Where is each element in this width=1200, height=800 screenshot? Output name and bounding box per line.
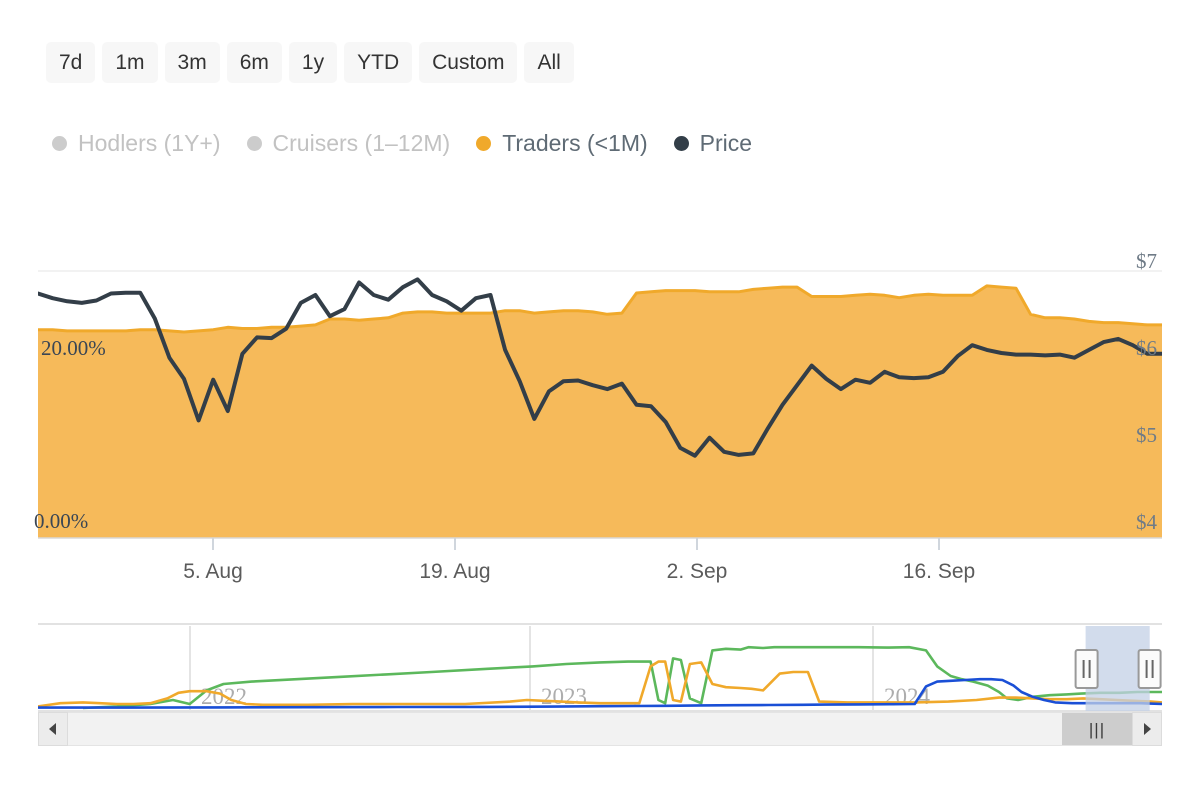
scroll-right-icon [1141, 722, 1153, 736]
chart-scrollbar[interactable]: ||| [38, 712, 1162, 746]
range-button-3m[interactable]: 3m [165, 42, 220, 83]
series-area-traders [38, 286, 1162, 538]
range-button-1y[interactable]: 1y [289, 42, 337, 83]
legend-dot-traders [476, 136, 491, 151]
legend-dot-price [674, 136, 689, 151]
chart-navigator[interactable]: 2022 2023 2024 [38, 622, 1162, 714]
y-axis-right-tick-2: $5 [1136, 423, 1157, 447]
navigator-svg: 2022 2023 2024 [38, 622, 1162, 714]
range-button-7d[interactable]: 7d [46, 42, 95, 83]
chart-legend: Hodlers (1Y+) Cruisers (1–12M) Traders (… [52, 132, 752, 155]
y-axis-left-tick-0: 20.00% [41, 336, 106, 360]
y-axis-right-tick-3: $4 [1136, 510, 1158, 534]
legend-label-traders: Traders (<1M) [502, 132, 647, 155]
navigator-handle-left[interactable] [1076, 650, 1098, 688]
scrollbar-thumb-grip: ||| [1089, 721, 1105, 738]
legend-item-price[interactable]: Price [674, 132, 752, 155]
legend-item-hodlers[interactable]: Hodlers (1Y+) [52, 132, 221, 155]
x-axis-labels-svg: 5. Aug 19. Aug 2. Sep 16. Sep [0, 548, 1200, 598]
y-axis-right-tick-1: $6 [1136, 336, 1157, 360]
legend-label-price: Price [700, 132, 752, 155]
legend-item-traders[interactable]: Traders (<1M) [476, 132, 647, 155]
navigator-handle-right[interactable] [1139, 650, 1161, 688]
legend-label-cruisers: Cruisers (1–12M) [273, 132, 451, 155]
x-axis-tick-label-0: 5. Aug [183, 560, 243, 583]
y-axis-left-tick-1: 0.00% [34, 509, 88, 533]
legend-dot-cruisers [247, 136, 262, 151]
range-button-6m[interactable]: 6m [227, 42, 282, 83]
main-chart[interactable]: IntoTheBlock $7 $6 $5 $4 20.00% 0.00% [0, 230, 1200, 550]
range-button-custom[interactable]: Custom [419, 42, 517, 83]
legend-label-hodlers: Hodlers (1Y+) [78, 132, 221, 155]
scroll-right-button[interactable] [1132, 712, 1162, 746]
range-button-ytd[interactable]: YTD [344, 42, 412, 83]
scrollbar-thumb[interactable]: ||| [1062, 713, 1132, 745]
scroll-left-button[interactable] [38, 712, 68, 746]
x-axis-tick-label-1: 19. Aug [419, 560, 490, 583]
range-button-1m[interactable]: 1m [102, 42, 157, 83]
scrollbar-track[interactable]: ||| [68, 712, 1132, 746]
range-button-all[interactable]: All [524, 42, 573, 83]
range-selector: 7d 1m 3m 6m 1y YTD Custom All [46, 42, 574, 83]
legend-dot-hodlers [52, 136, 67, 151]
chart-widget: 7d 1m 3m 6m 1y YTD Custom All Hodlers (1… [0, 0, 1200, 800]
x-axis-tick-label-2: 2. Sep [667, 560, 728, 583]
x-axis-tick-label-3: 16. Sep [903, 560, 975, 583]
y-axis-right-tick-0: $7 [1136, 249, 1157, 273]
scroll-left-icon [47, 722, 59, 736]
main-chart-svg: IntoTheBlock $7 $6 $5 $4 20.00% 0.00% [0, 230, 1200, 550]
legend-item-cruisers[interactable]: Cruisers (1–12M) [247, 132, 451, 155]
